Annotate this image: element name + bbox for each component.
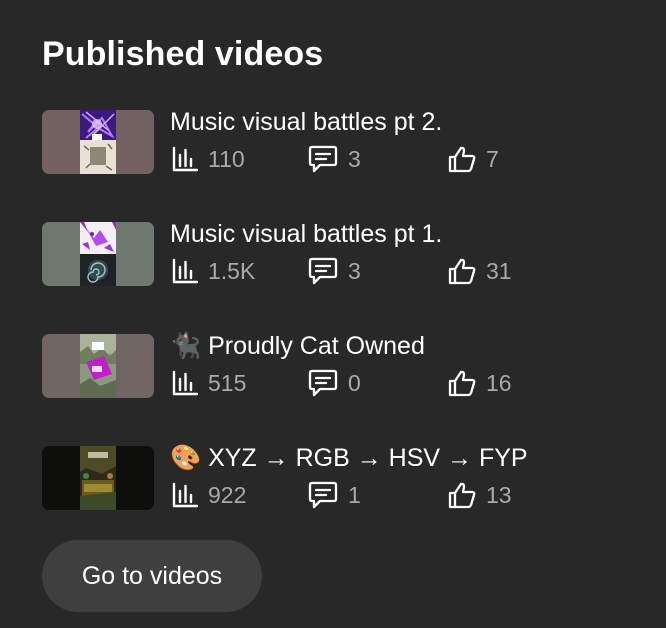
likes-count: 7 <box>486 146 499 172</box>
video-title[interactable]: 🎨 XYZ → RGB → HSV → FYP <box>170 443 528 473</box>
thumbs-up-icon <box>448 146 476 173</box>
thumbs-up-icon <box>448 258 476 285</box>
likes-stat: 16 <box>448 368 512 398</box>
section-title: Published videos <box>42 35 324 73</box>
comments-count: 3 <box>348 146 361 172</box>
likes-count: 16 <box>486 370 512 396</box>
thumbs-up-icon <box>448 370 476 397</box>
views-stat: 1.5K <box>172 256 255 286</box>
likes-count: 31 <box>486 258 512 284</box>
video-thumbnail[interactable] <box>42 334 154 398</box>
analytics-bars-icon <box>172 482 198 508</box>
analytics-bars-icon <box>172 370 198 396</box>
video-thumbnail[interactable] <box>42 222 154 286</box>
video-row[interactable]: Music visual battles pt 2. 110 3 7 <box>42 107 642 174</box>
go-to-videos-button[interactable]: Go to videos <box>42 540 262 612</box>
video-thumbnail[interactable] <box>42 446 154 510</box>
thumbs-up-icon <box>448 482 476 509</box>
likes-count: 13 <box>486 482 512 508</box>
views-count: 1.5K <box>208 258 256 284</box>
video-title[interactable]: Music visual battles pt 2. <box>170 107 442 137</box>
video-thumbnail[interactable] <box>42 110 154 174</box>
comment-icon <box>308 481 338 509</box>
video-row[interactable]: 🐈‍⬛ Proudly Cat Owned 515 0 16 <box>42 331 642 398</box>
analytics-bars-icon <box>172 146 198 172</box>
analytics-bars-icon <box>172 258 198 284</box>
video-title[interactable]: 🐈‍⬛ Proudly Cat Owned <box>170 331 425 361</box>
video-title[interactable]: Music visual battles pt 1. <box>170 219 442 249</box>
comments-stat: 3 <box>308 144 361 174</box>
likes-stat: 31 <box>448 256 512 286</box>
views-stat: 110 <box>172 144 245 174</box>
likes-stat: 13 <box>448 480 512 510</box>
published-videos-card: Published videos Music visual battles pt… <box>0 0 666 628</box>
views-stat: 515 <box>172 368 246 398</box>
views-stat: 922 <box>172 480 246 510</box>
views-count: 515 <box>208 370 247 396</box>
comments-stat: 1 <box>308 480 361 510</box>
video-row[interactable]: 🎨 XYZ → RGB → HSV → FYP 922 1 13 <box>42 443 642 510</box>
views-count: 922 <box>208 482 247 508</box>
comments-stat: 3 <box>308 256 361 286</box>
comment-icon <box>308 369 338 397</box>
video-row[interactable]: Music visual battles pt 1. 1.5K 3 31 <box>42 219 642 286</box>
likes-stat: 7 <box>448 144 499 174</box>
comment-icon <box>308 257 338 285</box>
comments-count: 1 <box>348 482 361 508</box>
comments-count: 3 <box>348 258 361 284</box>
comments-stat: 0 <box>308 368 361 398</box>
comments-count: 0 <box>348 370 361 396</box>
comment-icon <box>308 145 338 173</box>
views-count: 110 <box>208 146 245 172</box>
